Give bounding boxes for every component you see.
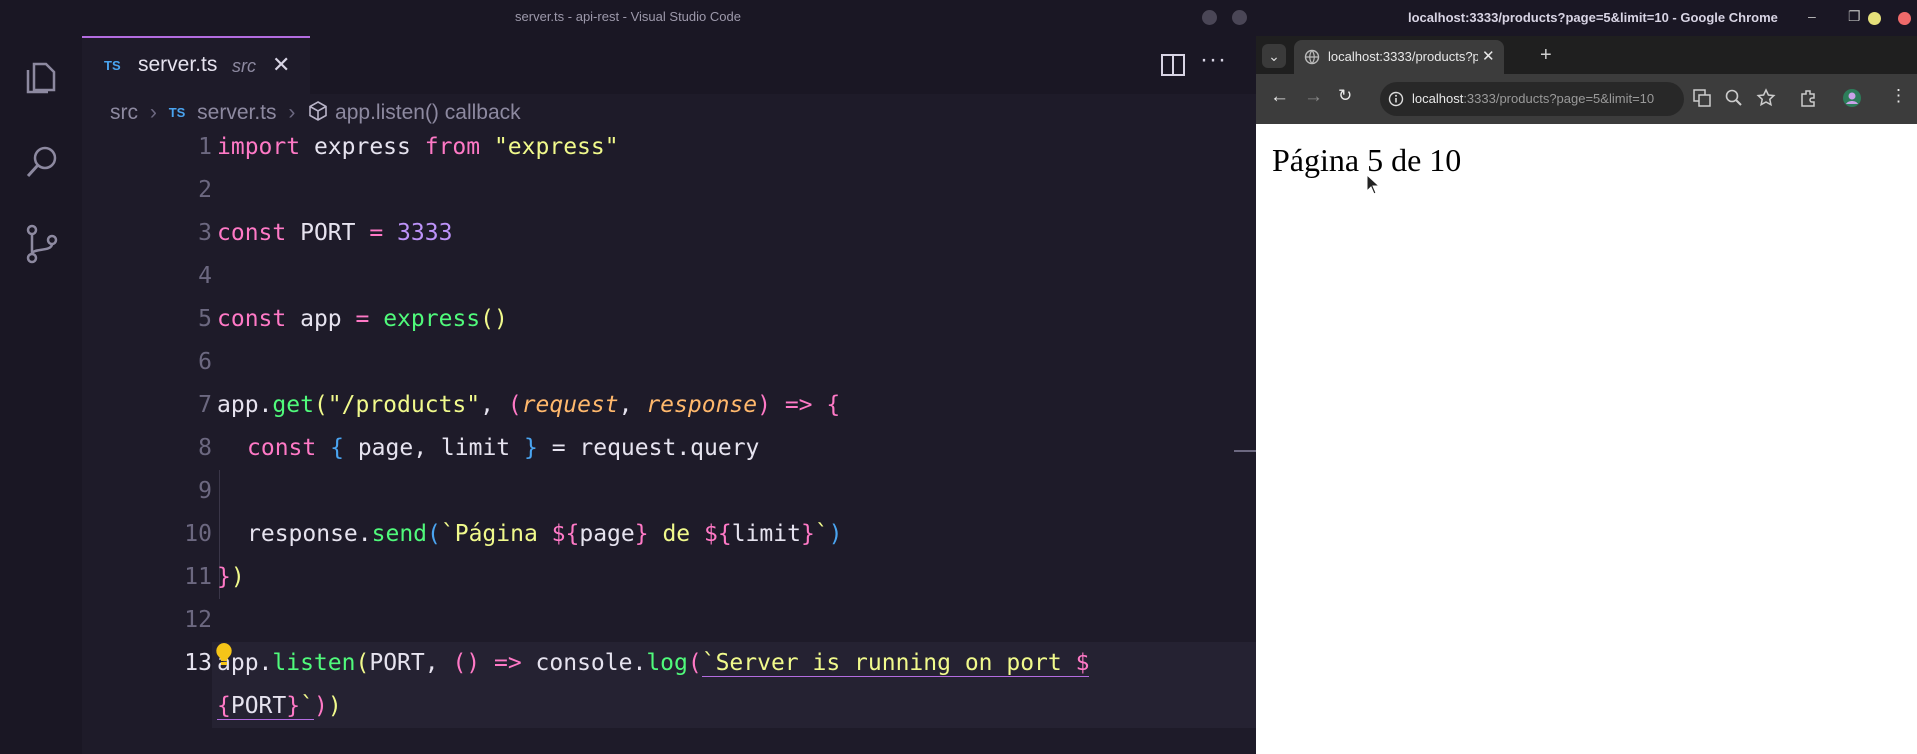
split-editor-icon[interactable] — [1158, 50, 1188, 80]
line-number: 5 — [198, 306, 212, 332]
close-window-button[interactable] — [1232, 10, 1247, 25]
zoom-icon[interactable] — [1724, 88, 1744, 108]
minimize-icon[interactable]: – — [1808, 8, 1816, 24]
mouse-cursor-icon — [1366, 174, 1380, 195]
source-control-icon[interactable] — [20, 222, 64, 266]
editor-tab-bar: TS server.ts src ✕ ··· — [82, 36, 1256, 94]
code-line[interactable]: 6 — [82, 341, 1256, 384]
code-text: app.get("/products", (request, response)… — [217, 392, 841, 418]
code-text: const { page, limit } = request.query — [247, 435, 760, 461]
tab-search-icon[interactable]: ⌄ — [1262, 44, 1286, 68]
line-number: 7 — [198, 392, 212, 418]
code-line[interactable]: 7 app.get("/products", (request, respons… — [82, 384, 1256, 427]
code-line[interactable]: 2 — [82, 169, 1256, 212]
code-text: response.send(`Página ${page} de ${limit… — [247, 521, 843, 547]
code-text: }) — [217, 564, 245, 590]
url-text[interactable]: localhost:3333/products?page=5&limit=10 — [1412, 91, 1672, 106]
new-tab-icon[interactable]: + — [1540, 44, 1552, 67]
vscode-window-title: server.ts - api-rest - Visual Studio Cod… — [515, 9, 741, 24]
scrollbar-marker — [1234, 450, 1256, 452]
line-number: 10 — [184, 521, 212, 547]
breadcrumb: src › TS server.ts › app.listen() callba… — [110, 100, 527, 126]
maximize-button[interactable] — [1868, 12, 1881, 25]
breadcrumb-symbol[interactable]: app.listen() callback — [335, 101, 521, 124]
site-info-icon[interactable] — [1388, 91, 1404, 107]
reload-icon[interactable]: ↻ — [1338, 86, 1352, 106]
editor-area: TS server.ts src ✕ ··· src › TS server.t… — [82, 36, 1256, 754]
code-text: app.listen(PORT, () => console.log(`Serv… — [217, 650, 1090, 677]
code-line-wrapped[interactable]: {PORT}`)) — [82, 685, 1256, 728]
files-icon[interactable] — [20, 54, 64, 98]
line-number: 8 — [198, 435, 212, 461]
tab-description: src — [232, 56, 256, 76]
back-icon[interactable]: ← — [1270, 86, 1289, 108]
forward-icon[interactable]: → — [1304, 86, 1323, 108]
tab-close-icon[interactable]: ✕ — [1482, 47, 1495, 65]
tab-server-ts[interactable]: TS server.ts src ✕ — [82, 36, 310, 94]
extensions-icon[interactable] — [1798, 88, 1818, 108]
code-line[interactable]: 10 response.send(`Página ${page} de ${li… — [82, 513, 1256, 556]
breadcrumb-folder[interactable]: src — [110, 101, 138, 124]
line-number: 12 — [184, 607, 212, 633]
close-window-button[interactable] — [1898, 12, 1911, 25]
chevron-right-icon: › — [149, 101, 157, 124]
code-text: const app = express() — [217, 306, 508, 332]
address-bar[interactable]: localhost:3333/products?page=5&limit=10 — [1380, 82, 1684, 116]
code-text: const PORT = 3333 — [217, 220, 453, 246]
vscode-window: server.ts - api-rest - Visual Studio Cod… — [0, 0, 1256, 754]
code-text: {PORT}`)) — [217, 693, 342, 720]
tab-label: server.ts — [138, 53, 218, 76]
code-line-current[interactable]: 13 app.listen(PORT, () => console.log(`S… — [82, 642, 1256, 685]
breadcrumb-file[interactable]: server.ts — [197, 101, 276, 124]
bookmark-star-icon[interactable] — [1756, 88, 1776, 108]
search-icon[interactable] — [20, 140, 64, 184]
typescript-icon: TS — [168, 105, 186, 120]
line-number: 3 — [198, 220, 212, 246]
code-text: import express from "express" — [217, 134, 619, 160]
chrome-window: localhost:3333/products?page=5&limit=10 … — [1256, 0, 1917, 754]
line-number: 2 — [198, 177, 212, 203]
line-number: 1 — [198, 134, 212, 160]
lightbulb-icon[interactable] — [213, 640, 235, 670]
browser-tab[interactable]: localhost:3333/products?page=5&limit=10 … — [1294, 40, 1504, 74]
chrome-titlebar: localhost:3333/products?page=5&limit=10 … — [1256, 0, 1917, 36]
tab-close-icon[interactable]: ✕ — [272, 52, 290, 78]
restore-icon[interactable]: ❐ — [1848, 8, 1861, 25]
code-line[interactable]: 12 — [82, 599, 1256, 642]
page-content: Página 5 de 10 — [1256, 124, 1917, 754]
chrome-tab-strip: ⌄ localhost:3333/products?page=5&limit=1… — [1256, 36, 1917, 74]
symbol-method-icon — [309, 101, 328, 121]
globe-icon — [1304, 49, 1320, 65]
line-number: 9 — [198, 478, 212, 504]
menu-kebab-icon[interactable]: ⋮ — [1890, 86, 1907, 106]
code-line[interactable]: 8 const { page, limit } = request.query — [82, 427, 1256, 470]
tab-title: localhost:3333/products?page=5&limit=10 — [1328, 49, 1478, 64]
code-line[interactable]: 5 const app = express() — [82, 298, 1256, 341]
code-line[interactable]: 3 const PORT = 3333 — [82, 212, 1256, 255]
line-number: 6 — [198, 349, 212, 375]
minimize-button[interactable] — [1202, 10, 1217, 25]
avatar[interactable] — [1842, 88, 1862, 108]
code-line[interactable]: 4 — [82, 255, 1256, 298]
line-number: 11 — [184, 564, 212, 590]
activity-bar — [0, 36, 82, 754]
code-line[interactable]: 9 — [82, 470, 1256, 513]
chevron-right-icon: › — [288, 101, 296, 124]
chrome-toolbar: ← → ↻ localhost:3333/products?page=5&lim… — [1256, 74, 1917, 124]
code-line[interactable]: 11 }) — [82, 556, 1256, 599]
line-number: 13 — [184, 650, 212, 676]
code-line[interactable]: 1 import express from "express" — [82, 126, 1256, 169]
vscode-titlebar: server.ts - api-rest - Visual Studio Cod… — [0, 0, 1256, 36]
line-number: 4 — [198, 263, 212, 289]
more-actions-icon[interactable]: ··· — [1200, 46, 1227, 74]
chrome-window-title: localhost:3333/products?page=5&limit=10 … — [1408, 10, 1778, 25]
translate-icon[interactable] — [1692, 88, 1712, 108]
typescript-icon: TS — [104, 58, 121, 73]
